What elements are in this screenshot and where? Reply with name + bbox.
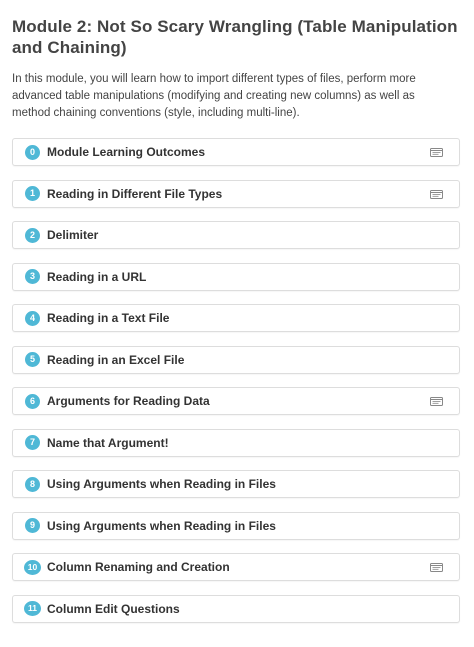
page-title: Module 2: Not So Scary Wrangling (Table … — [12, 17, 458, 57]
lesson-number-badge: 11 — [24, 601, 41, 616]
lesson-number-badge: 1 — [25, 186, 40, 201]
lesson-row[interactable]: 9 Using Arguments when Reading in Files — [12, 511, 460, 540]
lesson-title: Reading in Different File Types — [47, 186, 223, 201]
lesson-number-badge: 4 — [25, 310, 40, 326]
lesson-title: Reading in an Excel File — [47, 352, 185, 367]
lesson-number-badge: 6 — [25, 393, 40, 409]
lesson-row[interactable]: 8 Using Arguments when Reading in Files — [12, 470, 460, 498]
lesson-row[interactable]: 5 Reading in an Excel File — [12, 345, 460, 374]
lesson-number-badge: 8 — [25, 476, 40, 492]
lesson-title: Column Edit Questions — [47, 601, 180, 616]
lesson-row[interactable]: 2 Delimiter — [12, 221, 460, 249]
lesson-number-badge: 9 — [25, 518, 40, 533]
lesson-row[interactable]: 11 Column Edit Questions — [12, 594, 460, 623]
lesson-title: Using Arguments when Reading in Files — [47, 477, 276, 491]
lesson-number-badge: 10 — [24, 559, 41, 575]
lesson-row[interactable]: 0 Module Learning Outcomes — [12, 138, 460, 166]
lesson-row[interactable]: 3 Reading in a URL — [12, 262, 460, 291]
lesson-title: Using Arguments when Reading in Files — [47, 518, 276, 533]
lesson-title: Arguments for Reading Data — [47, 394, 210, 408]
lesson-title: Reading in a Text File — [47, 311, 170, 325]
slides-icon — [430, 397, 443, 406]
lesson-row[interactable]: 6 Arguments for Reading Data — [12, 387, 460, 415]
lesson-title: Delimiter — [47, 228, 99, 242]
lesson-number-badge: 5 — [25, 352, 40, 367]
lesson-number-badge: 3 — [25, 269, 40, 284]
module-description: In this module, you will learn how to im… — [12, 73, 416, 119]
slides-icon — [430, 189, 443, 199]
lesson-list: 0 Module Learning Outcomes 1 Reading in … — [12, 138, 460, 623]
lesson-title: Module Learning Outcomes — [47, 145, 206, 159]
lesson-title: Name that Argument! — [47, 435, 169, 450]
lesson-number-badge: 0 — [25, 144, 40, 160]
lesson-row[interactable]: 7 Name that Argument! — [12, 428, 460, 457]
module-page: Module 2: Not So Scary Wrangling (Table … — [12, 0, 460, 636]
lesson-title: Reading in a URL — [47, 269, 147, 284]
lesson-number-badge: 2 — [25, 227, 40, 243]
lesson-row[interactable]: 10 Column Renaming and Creation — [12, 553, 460, 581]
lesson-number-badge: 7 — [25, 435, 40, 450]
lesson-title: Column Renaming and Creation — [47, 560, 230, 574]
slides-icon — [430, 563, 443, 572]
slides-icon — [430, 148, 443, 157]
lesson-row[interactable]: 4 Reading in a Text File — [12, 304, 460, 332]
lesson-row[interactable]: 1 Reading in Different File Types — [12, 179, 460, 208]
